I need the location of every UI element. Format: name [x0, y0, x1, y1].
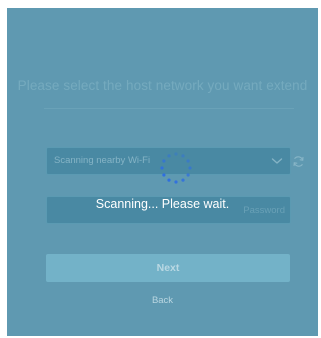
extender-setup-page: Please select the host network you want …: [7, 8, 318, 336]
back-link[interactable]: Back: [7, 295, 318, 306]
scanning-message: Scanning... Please wait.: [95, 197, 230, 211]
next-button[interactable]: Next: [46, 254, 290, 282]
spinner-icon: [160, 152, 192, 184]
